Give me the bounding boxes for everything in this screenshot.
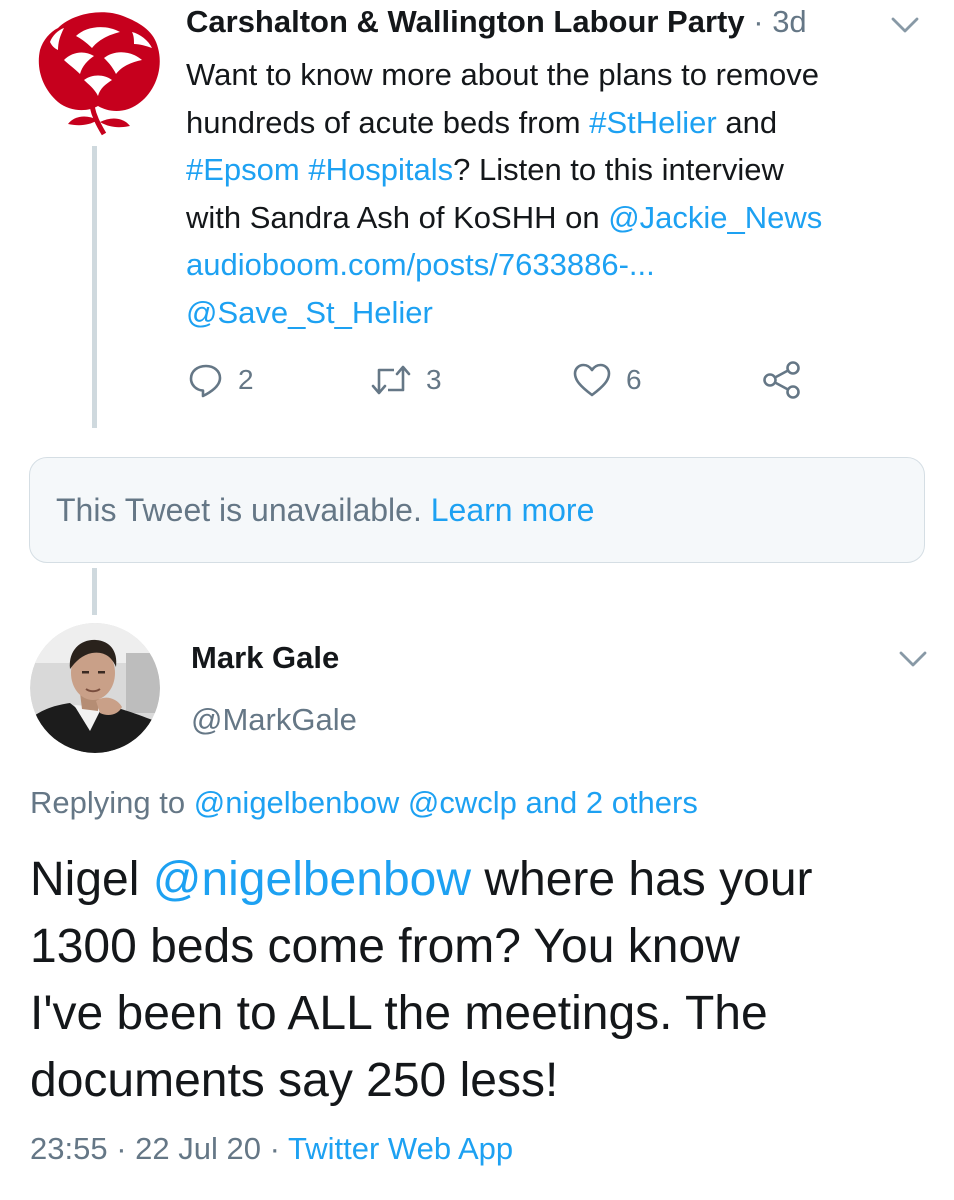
tweet2-meta: 23:55 · 22 Jul 20 · Twitter Web App [30,1131,513,1167]
tweet1-header: Carshalton & Wallington Labour Party · 3… [186,4,807,40]
tweet2-link[interactable]: @nigelbenbow [153,853,471,906]
tweet1-link[interactable]: #Hospitals [308,152,453,187]
avatar-mark-gale[interactable] [30,623,160,753]
learn-more-link[interactable]: Learn more [431,492,595,528]
tweet2-text: where has your [471,853,813,906]
tweet1-text: ? Listen to this interview [453,152,784,187]
tweet2-body-text: Nigel @nigelbenbow where has your 1300 be… [30,846,930,1114]
tweet1-chevron-down-icon[interactable] [888,12,922,38]
replying-prefix: Replying to [30,785,194,820]
avatar-labour-rose[interactable] [28,8,166,138]
share-button[interactable] [762,358,802,402]
tweet1-link[interactable]: @Save_St_Helier [186,295,433,330]
heart-icon [573,363,611,397]
unavailable-message: This Tweet is unavailable. [56,492,422,528]
tweet2-time: 23:55 [30,1131,108,1166]
tweet1-link[interactable]: #Epsom [186,152,300,187]
thread-line-upper [92,146,97,428]
tweet2-text: Nigel [30,853,153,906]
tweet1-author-name[interactable]: Carshalton & Wallington Labour Party [186,4,745,39]
tweet2-meta-separator-2: · [269,1131,280,1166]
tweet1-link[interactable]: #StHelier [589,105,717,140]
retweet-icon [371,365,411,395]
reply-button[interactable]: 2 [188,358,254,402]
tweet2-text: I've been to ALL the meetings. The [30,987,768,1040]
tweet1-line: with Sandra Ash of KoSHH on @Jackie_News [186,194,936,242]
reply-icon [189,364,222,398]
replying-to-link[interactable]: and 2 others [517,785,698,820]
tweet1-timestamp[interactable]: 3d [772,4,806,39]
replying-to-line: Replying to @nigelbenbow @cwclp and 2 ot… [30,785,698,821]
tweet1-time-separator: · [753,4,764,39]
tweet2-chevron-down-icon[interactable] [896,646,930,672]
tweet1-text: and [716,104,778,140]
like-button[interactable]: 6 [572,358,642,402]
tweet2-line: 1300 beds come from? You know [30,913,930,980]
tweet2-author-name[interactable]: Mark Gale [191,640,339,676]
tweet2-text: 1300 beds come from? You know [30,920,740,973]
tweet2-author-handle[interactable]: @MarkGale [191,702,357,738]
replying-to-text [399,785,408,820]
share-icon [763,361,800,399]
tweet1-line: hundreds of acute beds from #StHelier an… [186,99,936,147]
replying-to-link[interactable]: @cwclp [408,785,517,820]
thread-line-lower [92,568,97,615]
profile-photo [30,623,160,753]
replying-to-link[interactable]: @nigelbenbow [194,785,400,820]
tweet1-link[interactable]: @Jackie_News [608,200,822,235]
tweet1-line: #Epsom #Hospitals? Listen to this interv… [186,146,936,194]
tweet1-line: Want to know more about the plans to rem… [186,51,936,99]
tweet2-line: Nigel @nigelbenbow where has your [30,846,930,913]
unavailable-tweet-card: This Tweet is unavailable. Learn more [29,457,925,563]
reply-count: 2 [238,364,254,395]
tweet1-text: hundreds of acute beds from [186,104,590,140]
tweet1-line: audioboom.com/posts/7633886-... [186,241,936,289]
retweet-count: 3 [426,364,442,395]
tweet2-text: documents say 250 less! [30,1054,559,1107]
labour-rose-logo [28,8,166,138]
tweet1-body-text: Want to know more about the plans to rem… [186,51,936,336]
like-count: 6 [626,364,642,395]
tweet2-line: documents say 250 less! [30,1047,930,1114]
tweet1-text: Want to know more about the plans to rem… [186,57,819,92]
tweet2-source-link[interactable]: Twitter Web App [288,1131,513,1166]
tweet2-date: 22 Jul 20 [135,1131,261,1166]
retweet-button[interactable]: 3 [370,358,442,402]
tweet1-line: @Save_St_Helier [186,289,936,337]
tweet2-meta-separator-1: · [116,1131,127,1166]
tweet1-text: with Sandra Ash of KoSHH on [186,199,609,235]
tweet1-link[interactable]: audioboom.com/posts/7633886-... [186,247,655,282]
tweet2-line: I've been to ALL the meetings. The [30,980,930,1047]
